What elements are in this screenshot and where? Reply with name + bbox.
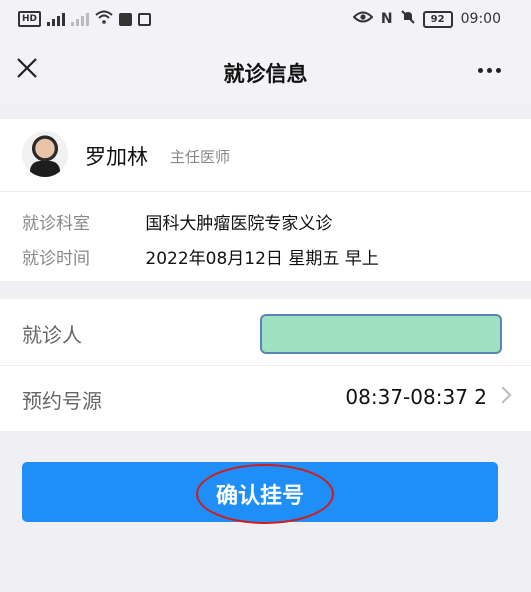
nfc-icon: N — [380, 11, 393, 27]
patient-label: 就诊人 — [22, 323, 82, 347]
doctor-card: 罗加林 主任医师 就诊科室 国科大肿瘤医院专家义诊 就诊时间 2022年08月1… — [0, 119, 531, 281]
slot-label: 预约号源 — [22, 389, 102, 413]
app-notification-icon — [119, 12, 133, 26]
mute-icon — [400, 10, 415, 28]
eye-icon — [352, 11, 374, 27]
doctor-title: 主任医师 — [170, 148, 231, 166]
status-icons-right: N 92 09:00 — [352, 10, 501, 28]
doctor-name: 罗加林 — [85, 145, 148, 169]
dept-value: 国科大肿瘤医院专家义诊 — [145, 214, 333, 234]
avatar — [22, 131, 68, 177]
wifi-icon — [95, 10, 113, 28]
page-title: 就诊信息 — [223, 62, 308, 86]
slot-value: 08:37-08:37 2 — [345, 385, 487, 409]
patient-row[interactable]: 就诊人 — [0, 299, 531, 366]
chevron-right-icon — [494, 386, 512, 404]
signal-2-icon — [71, 12, 90, 26]
status-icons-left: HD — [18, 10, 152, 28]
dept-row: 就诊科室 国科大肿瘤医院专家义诊 — [22, 209, 332, 234]
doctor-row: 罗加林 主任医师 — [0, 119, 531, 192]
patient-selector[interactable] — [260, 314, 502, 354]
dept-label: 就诊科室 — [22, 214, 90, 234]
visit-time-row: 就诊时间 2022年08月12日 星期五 早上 — [22, 244, 379, 269]
calendar-icon — [138, 12, 152, 26]
more-options-icon[interactable] — [478, 68, 501, 73]
nav-bar: 就诊信息 — [0, 38, 531, 104]
status-time: 09:00 — [460, 11, 501, 27]
hd-badge: HD — [18, 11, 42, 27]
annotation-circle — [196, 464, 334, 524]
slot-row[interactable]: 预约号源 08:37-08:37 2 — [0, 365, 531, 431]
booking-form: 就诊人 预约号源 08:37-08:37 2 — [0, 299, 531, 431]
visit-time-label: 就诊时间 — [22, 249, 90, 269]
status-bar: HD N 92 09:00 — [0, 0, 531, 38]
visit-time-value: 2022年08月12日 星期五 早上 — [145, 249, 379, 269]
signal-icon — [47, 12, 66, 26]
battery-icon: 92 — [422, 10, 453, 28]
